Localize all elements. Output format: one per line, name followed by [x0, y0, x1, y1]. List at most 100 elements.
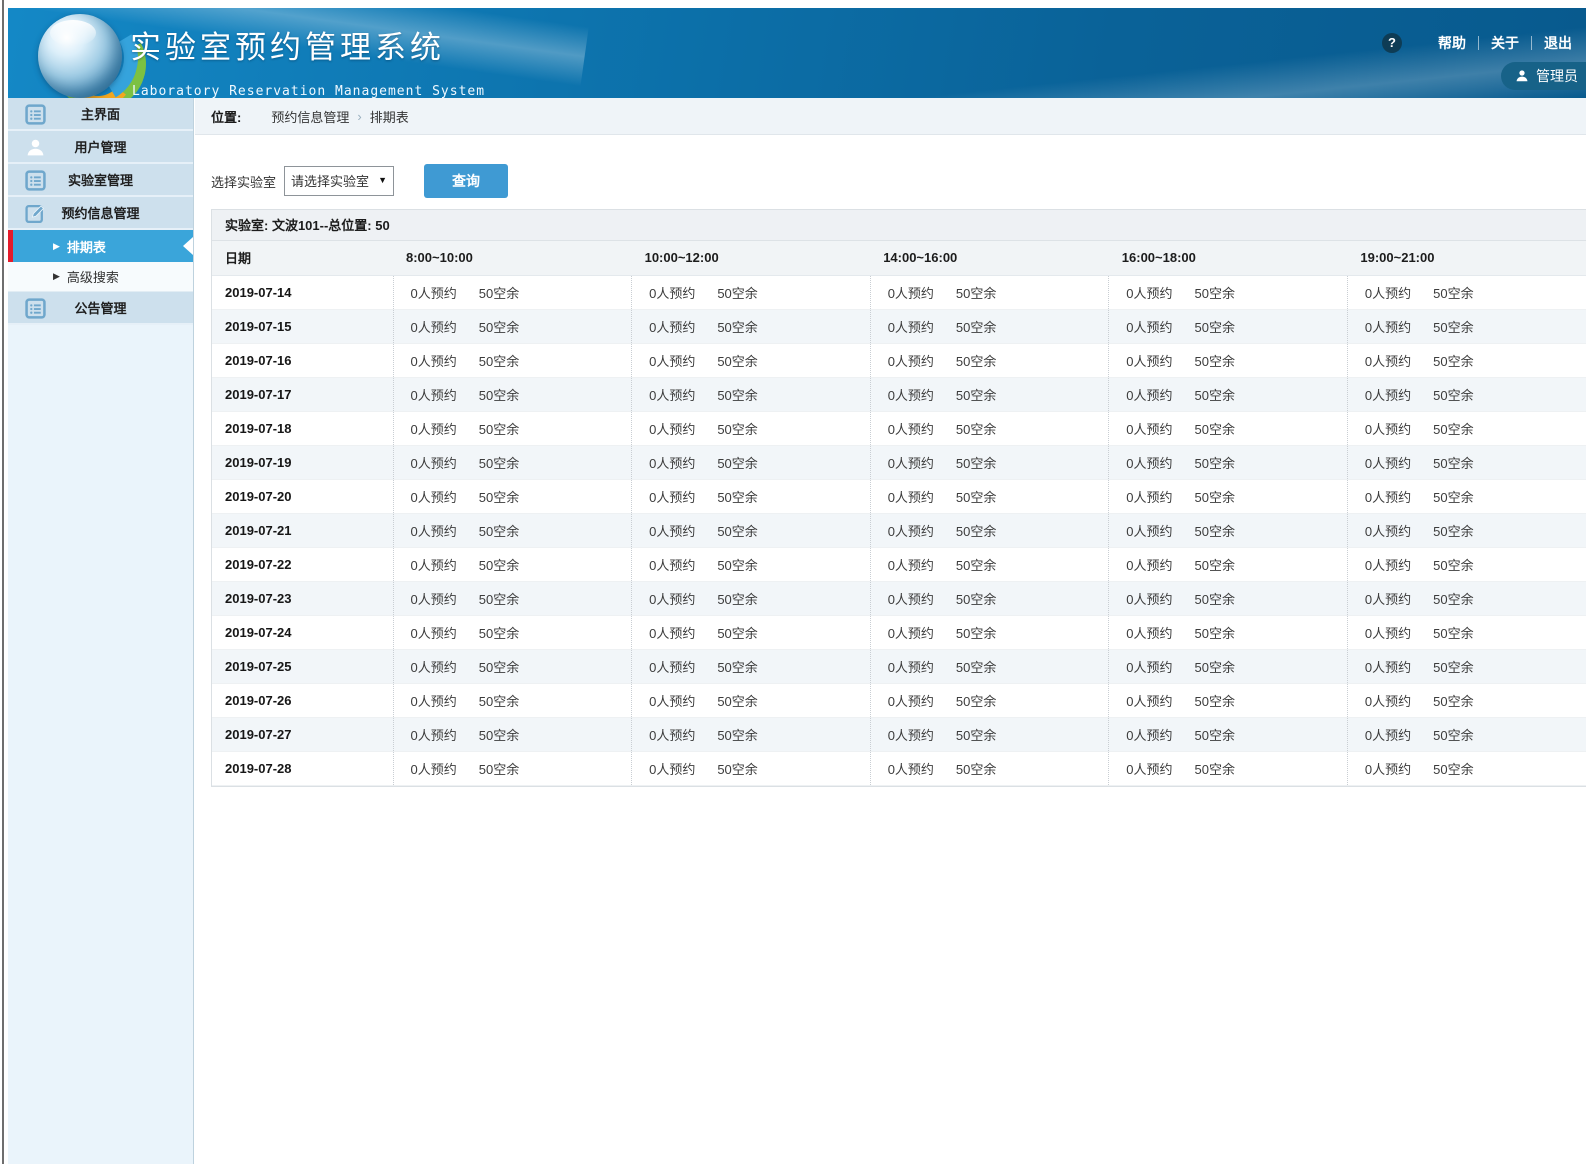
reserved-count: 0人预约: [1365, 286, 1411, 301]
sidebar-item-2[interactable]: 实验室管理: [8, 164, 193, 197]
slot-cell: 0人预约50空余: [1109, 751, 1348, 785]
breadcrumb-item-parent[interactable]: 预约信息管理: [271, 107, 349, 126]
slot-cell: 0人预约50空余: [632, 649, 871, 683]
free-count: 50空余: [479, 558, 519, 573]
reserved-count: 0人预约: [1365, 388, 1411, 403]
free-count: 50空余: [717, 388, 757, 403]
reserved-count: 0人预约: [1365, 694, 1411, 709]
reserved-count: 0人预约: [888, 456, 934, 471]
about-link[interactable]: 关于: [1491, 33, 1519, 53]
free-count: 50空余: [956, 728, 996, 743]
date-cell: 2019-07-26: [212, 683, 393, 717]
main-content: 选择实验室 请选择实验室 ▼ 查询 实验室: 文波101--总位置: 50 日期…: [195, 135, 1586, 1164]
free-count: 50空余: [479, 694, 519, 709]
free-count: 50空余: [479, 354, 519, 369]
free-count: 50空余: [1433, 694, 1473, 709]
slot-cell: 0人预约 50空余: [1109, 275, 1348, 309]
logout-link[interactable]: 退出: [1544, 33, 1572, 53]
help-link[interactable]: 帮助: [1438, 33, 1466, 53]
lab-select[interactable]: 请选择实验室: [284, 166, 394, 196]
table-row: 2019-07-180人预约50空余0人预约50空余0人预约50空余0人预约50…: [212, 411, 1586, 445]
help-icon[interactable]: ?: [1382, 33, 1402, 53]
table-header-row: 日期8:00~10:0010:00~12:0014:00~16:0016:00~…: [212, 241, 1586, 275]
slot-cell: 0人预约50空余: [393, 445, 632, 479]
date-cell: 2019-07-24: [212, 615, 393, 649]
table-row: 2019-07-230人预约50空余0人预约50空余0人预约50空余0人预约50…: [212, 581, 1586, 615]
reserved-count: 0人预约: [649, 456, 695, 471]
reserved-count: 0人预约: [1126, 286, 1172, 301]
reserved-count: 0人预约: [1126, 558, 1172, 573]
slot-cell: 0人预约50空余: [1347, 649, 1586, 683]
free-count: 50空余: [1433, 558, 1473, 573]
free-count: 50空余: [1195, 558, 1235, 573]
free-count: 50空余: [1433, 388, 1473, 403]
slot-cell: 0人预约50空余: [632, 683, 871, 717]
query-button[interactable]: 查询: [424, 164, 508, 198]
free-count: 50空余: [717, 422, 757, 437]
reserved-count: 0人预约: [1365, 728, 1411, 743]
free-count: 50空余: [956, 490, 996, 505]
free-count: 50空余: [1433, 728, 1473, 743]
free-count: 50空余: [1433, 660, 1473, 675]
reserved-count: 0人预约: [1126, 660, 1172, 675]
slot-cell: 0人预约50空余: [632, 547, 871, 581]
free-count: 50空余: [1433, 490, 1473, 505]
free-count: 50空余: [1195, 286, 1235, 301]
slot-cell: 0人预约50空余: [393, 717, 632, 751]
user-icon: [1515, 69, 1529, 83]
sidebar-item-1[interactable]: 用户管理: [8, 131, 193, 164]
free-count: 50空余: [1433, 354, 1473, 369]
free-count: 50空余: [717, 320, 757, 335]
sidebar-subitem-label: 高级搜索: [67, 267, 119, 286]
free-count: 50空余: [479, 626, 519, 641]
slot-cell: 0人预约50空余: [1109, 581, 1348, 615]
free-count: 50空余: [956, 660, 996, 675]
slot-cell: 0人预约50空余: [632, 343, 871, 377]
free-count: 50空余: [1195, 422, 1235, 437]
reserved-count: 0人预约: [888, 694, 934, 709]
date-cell: 2019-07-16: [212, 343, 393, 377]
free-count: 50空余: [479, 456, 519, 471]
sidebar-item-4[interactable]: 公告管理: [8, 292, 193, 325]
reserved-count: 0人预约: [649, 320, 695, 335]
reserved-count: 0人预约: [1365, 490, 1411, 505]
free-count: 50空余: [717, 286, 757, 301]
free-count: 50空余: [956, 286, 996, 301]
free-count: 50空余: [956, 320, 996, 335]
date-cell: 2019-07-27: [212, 717, 393, 751]
slot-cell: 0人预约50空余: [1109, 411, 1348, 445]
slot-cell: 0人预约50空余: [632, 275, 871, 309]
list-icon: [25, 170, 46, 191]
free-count: 50空余: [1195, 490, 1235, 505]
reserved-count: 0人预约: [1126, 388, 1172, 403]
sidebar-item-3[interactable]: 预约信息管理: [8, 197, 193, 230]
slot-cell: 0人预约50空余: [1109, 649, 1348, 683]
table-caption: 实验室: 文波101--总位置: 50: [212, 210, 1586, 241]
table-row: 2019-07-250人预约50空余0人预约50空余0人预约50空余0人预约50…: [212, 649, 1586, 683]
free-count: 50空余: [479, 660, 519, 675]
reserved-count: 0人预约: [888, 286, 934, 301]
slot-cell: 0人预约50空余: [1109, 683, 1348, 717]
free-count: 50空余: [1433, 626, 1473, 641]
reserved-count: 0人预约: [888, 524, 934, 539]
free-count: 50空余: [479, 422, 519, 437]
user-name: 管理员: [1536, 66, 1578, 86]
slot-cell: 0人预约50空余: [870, 479, 1109, 513]
slot-cell: 0人预约50空余: [393, 377, 632, 411]
slot-cell: 0人预约50空余: [1109, 513, 1348, 547]
reserved-count: 0人预约: [411, 524, 457, 539]
slot-cell: 0人预约50空余: [1109, 479, 1348, 513]
slot-cell: 0人预约50空余: [870, 649, 1109, 683]
slot-cell: 0人预约 50空余: [1347, 377, 1586, 411]
sidebar-item-0[interactable]: 主界面: [8, 98, 193, 131]
breadcrumb-item-current[interactable]: 排期表: [370, 107, 409, 126]
sidebar-subitem-3-0[interactable]: ▶排期表: [8, 230, 193, 262]
free-count: 50空余: [1195, 388, 1235, 403]
reserved-count: 0人预约: [411, 558, 457, 573]
header-links: ? 帮助 关于 退出: [1382, 33, 1572, 53]
reserved-count: 0人预约: [888, 320, 934, 335]
reserved-count: 0人预约: [1126, 626, 1172, 641]
current-user-badge[interactable]: 管理员: [1501, 62, 1586, 90]
sidebar-subitem-3-1[interactable]: ▶高级搜索: [8, 262, 193, 292]
column-header: 14:00~16:00: [870, 241, 1109, 275]
